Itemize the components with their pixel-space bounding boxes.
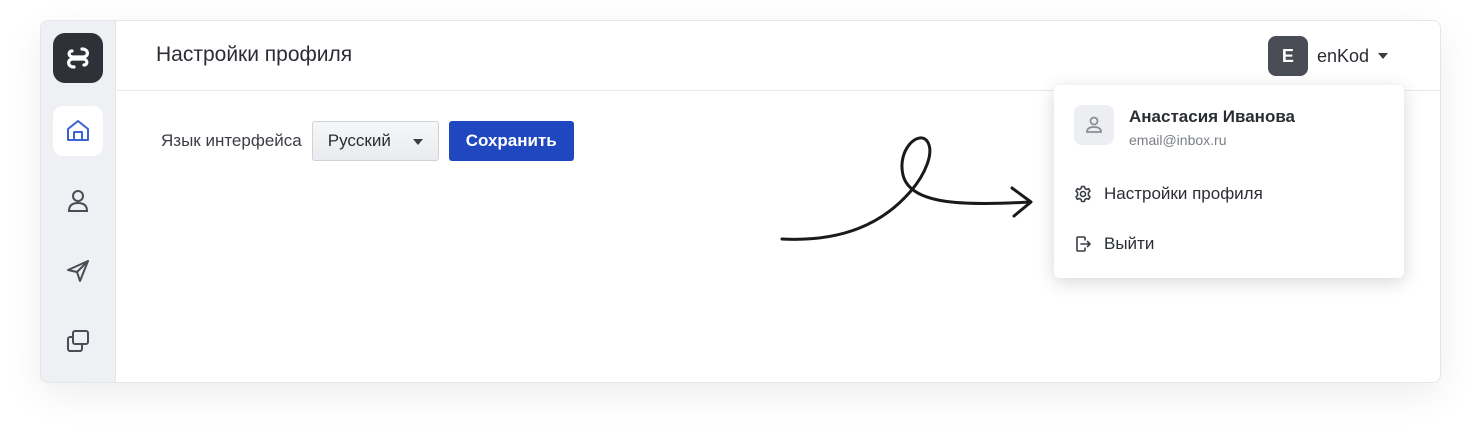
gear-icon [1075,185,1091,203]
user-icon [1086,116,1102,133]
menu-item-label: Настройки профиля [1104,184,1263,203]
menu-item-logout[interactable]: Выйти [1074,231,1154,257]
user-email: email@inbox.ru [1129,132,1227,148]
user-full-name: Анастасия Иванова [1129,107,1296,126]
logout-icon [1076,236,1091,252]
menu-item-label: Выйти [1104,234,1155,253]
menu-item-profile-settings[interactable]: Настройки профиля [1074,181,1263,207]
user-dropdown-menu: Анастасия Иванова email@inbox.ru Настрой… [1054,85,1404,278]
avatar [1074,105,1114,145]
